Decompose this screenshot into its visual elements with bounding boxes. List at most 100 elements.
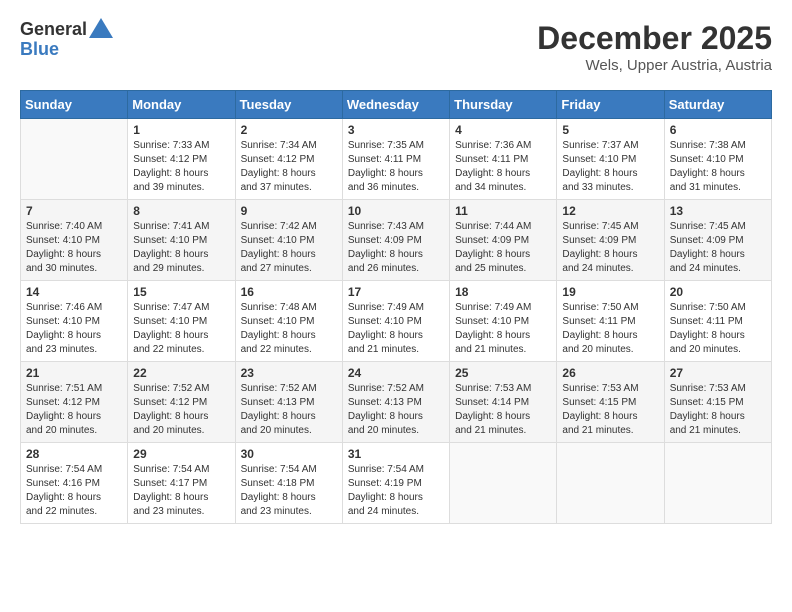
day-number: 19	[562, 285, 658, 299]
calendar-day-cell: 27 Sunrise: 7:53 AM Sunset: 4:15 PM Dayli…	[664, 362, 771, 443]
calendar-day-cell: 22 Sunrise: 7:52 AM Sunset: 4:12 PM Dayli…	[128, 362, 235, 443]
calendar-week-row: 28 Sunrise: 7:54 AM Sunset: 4:16 PM Dayli…	[21, 443, 772, 524]
day-number: 23	[241, 366, 337, 380]
day-number: 5	[562, 123, 658, 137]
calendar-day-cell: 14 Sunrise: 7:46 AM Sunset: 4:10 PM Dayli…	[21, 281, 128, 362]
day-number: 27	[670, 366, 766, 380]
calendar-day-cell: 3 Sunrise: 7:35 AM Sunset: 4:11 PM Daylig…	[342, 119, 449, 200]
day-info: Sunrise: 7:45 AM Sunset: 4:09 PM Dayligh…	[562, 220, 658, 276]
day-info: Sunrise: 7:46 AM Sunset: 4:10 PM Dayligh…	[26, 301, 122, 357]
calendar-day-cell: 4Sunrise: 7:36 AM Sunset: 4:11 PM Daylig…	[450, 119, 557, 200]
day-info: Sunrise: 7:43 AM Sunset: 4:09 PM Dayligh…	[348, 220, 444, 276]
logo-general-text: General	[20, 20, 87, 40]
day-number: 28	[26, 447, 122, 461]
calendar-day-cell	[557, 443, 664, 524]
day-info: Sunrise: 7:48 AM Sunset: 4:10 PM Dayligh…	[241, 301, 337, 357]
day-info: Sunrise: 7:54 AM Sunset: 4:19 PM Dayligh…	[348, 463, 444, 519]
day-number: 3	[348, 123, 444, 137]
calendar-weekday-header: Friday	[557, 91, 664, 119]
day-number: 14	[26, 285, 122, 299]
day-info: Sunrise: 7:44 AM Sunset: 4:09 PM Dayligh…	[455, 220, 551, 276]
day-info: Sunrise: 7:54 AM Sunset: 4:18 PM Dayligh…	[241, 463, 337, 519]
day-info: Sunrise: 7:49 AM Sunset: 4:10 PM Dayligh…	[455, 301, 551, 357]
logo: General Blue	[20, 20, 113, 60]
calendar-day-cell	[664, 443, 771, 524]
calendar-day-cell: 5 Sunrise: 7:37 AM Sunset: 4:10 PM Daylig…	[557, 119, 664, 200]
day-info: Sunrise: 7:50 AM Sunset: 4:11 PM Dayligh…	[562, 301, 658, 357]
day-number: 11	[455, 204, 551, 218]
month-title: December 2025	[537, 20, 772, 57]
calendar-day-cell: 28 Sunrise: 7:54 AM Sunset: 4:16 PM Dayli…	[21, 443, 128, 524]
day-number: 13	[670, 204, 766, 218]
day-number: 21	[26, 366, 122, 380]
page-header: General Blue December 2025 Wels, Upper A…	[20, 20, 772, 74]
day-info: Sunrise: 7:51 AM Sunset: 4:12 PM Dayligh…	[26, 382, 122, 438]
day-number: 6	[670, 123, 766, 137]
day-info: Sunrise: 7:49 AM Sunset: 4:10 PM Dayligh…	[348, 301, 444, 357]
calendar-weekday-header: Sunday	[21, 91, 128, 119]
calendar-day-cell: 11 Sunrise: 7:44 AM Sunset: 4:09 PM Dayli…	[450, 200, 557, 281]
calendar-day-cell: 7 Sunrise: 7:40 AM Sunset: 4:10 PM Daylig…	[21, 200, 128, 281]
calendar-day-cell: 26 Sunrise: 7:53 AM Sunset: 4:15 PM Dayli…	[557, 362, 664, 443]
calendar-day-cell: 25Sunrise: 7:53 AM Sunset: 4:14 PM Dayli…	[450, 362, 557, 443]
calendar-day-cell: 31 Sunrise: 7:54 AM Sunset: 4:19 PM Dayli…	[342, 443, 449, 524]
calendar-day-cell: 13 Sunrise: 7:45 AM Sunset: 4:09 PM Dayli…	[664, 200, 771, 281]
calendar-week-row: 7 Sunrise: 7:40 AM Sunset: 4:10 PM Daylig…	[21, 200, 772, 281]
location-text: Wels, Upper Austria, Austria	[537, 57, 772, 74]
calendar-day-cell: 15 Sunrise: 7:47 AM Sunset: 4:10 PM Dayli…	[128, 281, 235, 362]
day-number: 18	[455, 285, 551, 299]
day-number: 17	[348, 285, 444, 299]
day-number: 16	[241, 285, 337, 299]
day-info: Sunrise: 7:34 AM Sunset: 4:12 PM Dayligh…	[241, 139, 337, 195]
day-number: 9	[241, 204, 337, 218]
day-info: Sunrise: 7:52 AM Sunset: 4:12 PM Dayligh…	[133, 382, 229, 438]
calendar-weekday-header: Thursday	[450, 91, 557, 119]
title-section: December 2025 Wels, Upper Austria, Austr…	[537, 20, 772, 74]
day-number: 20	[670, 285, 766, 299]
calendar-table: SundayMondayTuesdayWednesdayThursdayFrid…	[20, 90, 772, 524]
day-info: Sunrise: 7:36 AM Sunset: 4:11 PM Dayligh…	[455, 139, 551, 195]
day-number: 7	[26, 204, 122, 218]
day-info: Sunrise: 7:53 AM Sunset: 4:15 PM Dayligh…	[562, 382, 658, 438]
calendar-day-cell: 30 Sunrise: 7:54 AM Sunset: 4:18 PM Dayli…	[235, 443, 342, 524]
day-info: Sunrise: 7:53 AM Sunset: 4:15 PM Dayligh…	[670, 382, 766, 438]
calendar-weekday-header: Monday	[128, 91, 235, 119]
calendar-day-cell: 9Sunrise: 7:42 AM Sunset: 4:10 PM Daylig…	[235, 200, 342, 281]
calendar-week-row: 1 Sunrise: 7:33 AM Sunset: 4:12 PM Daylig…	[21, 119, 772, 200]
day-info: Sunrise: 7:50 AM Sunset: 4:11 PM Dayligh…	[670, 301, 766, 357]
day-info: Sunrise: 7:35 AM Sunset: 4:11 PM Dayligh…	[348, 139, 444, 195]
calendar-weekday-header: Wednesday	[342, 91, 449, 119]
day-number: 26	[562, 366, 658, 380]
logo-blue-text: Blue	[20, 40, 113, 60]
day-number: 1	[133, 123, 229, 137]
calendar-day-cell	[21, 119, 128, 200]
calendar-weekday-header: Tuesday	[235, 91, 342, 119]
calendar-week-row: 14 Sunrise: 7:46 AM Sunset: 4:10 PM Dayli…	[21, 281, 772, 362]
day-info: Sunrise: 7:54 AM Sunset: 4:16 PM Dayligh…	[26, 463, 122, 519]
day-info: Sunrise: 7:33 AM Sunset: 4:12 PM Dayligh…	[133, 139, 229, 195]
day-number: 30	[241, 447, 337, 461]
day-number: 29	[133, 447, 229, 461]
day-number: 10	[348, 204, 444, 218]
calendar-week-row: 21 Sunrise: 7:51 AM Sunset: 4:12 PM Dayli…	[21, 362, 772, 443]
calendar-header-row: SundayMondayTuesdayWednesdayThursdayFrid…	[21, 91, 772, 119]
day-number: 25	[455, 366, 551, 380]
day-number: 31	[348, 447, 444, 461]
calendar-day-cell: 10 Sunrise: 7:43 AM Sunset: 4:09 PM Dayli…	[342, 200, 449, 281]
calendar-day-cell: 23 Sunrise: 7:52 AM Sunset: 4:13 PM Dayli…	[235, 362, 342, 443]
day-number: 24	[348, 366, 444, 380]
day-info: Sunrise: 7:40 AM Sunset: 4:10 PM Dayligh…	[26, 220, 122, 276]
day-info: Sunrise: 7:37 AM Sunset: 4:10 PM Dayligh…	[562, 139, 658, 195]
day-info: Sunrise: 7:47 AM Sunset: 4:10 PM Dayligh…	[133, 301, 229, 357]
calendar-day-cell: 20 Sunrise: 7:50 AM Sunset: 4:11 PM Dayli…	[664, 281, 771, 362]
calendar-day-cell: 21 Sunrise: 7:51 AM Sunset: 4:12 PM Dayli…	[21, 362, 128, 443]
day-info: Sunrise: 7:52 AM Sunset: 4:13 PM Dayligh…	[241, 382, 337, 438]
day-number: 8	[133, 204, 229, 218]
day-info: Sunrise: 7:45 AM Sunset: 4:09 PM Dayligh…	[670, 220, 766, 276]
day-number: 15	[133, 285, 229, 299]
day-number: 12	[562, 204, 658, 218]
calendar-day-cell: 8 Sunrise: 7:41 AM Sunset: 4:10 PM Daylig…	[128, 200, 235, 281]
day-number: 22	[133, 366, 229, 380]
calendar-day-cell: 29Sunrise: 7:54 AM Sunset: 4:17 PM Dayli…	[128, 443, 235, 524]
day-info: Sunrise: 7:41 AM Sunset: 4:10 PM Dayligh…	[133, 220, 229, 276]
